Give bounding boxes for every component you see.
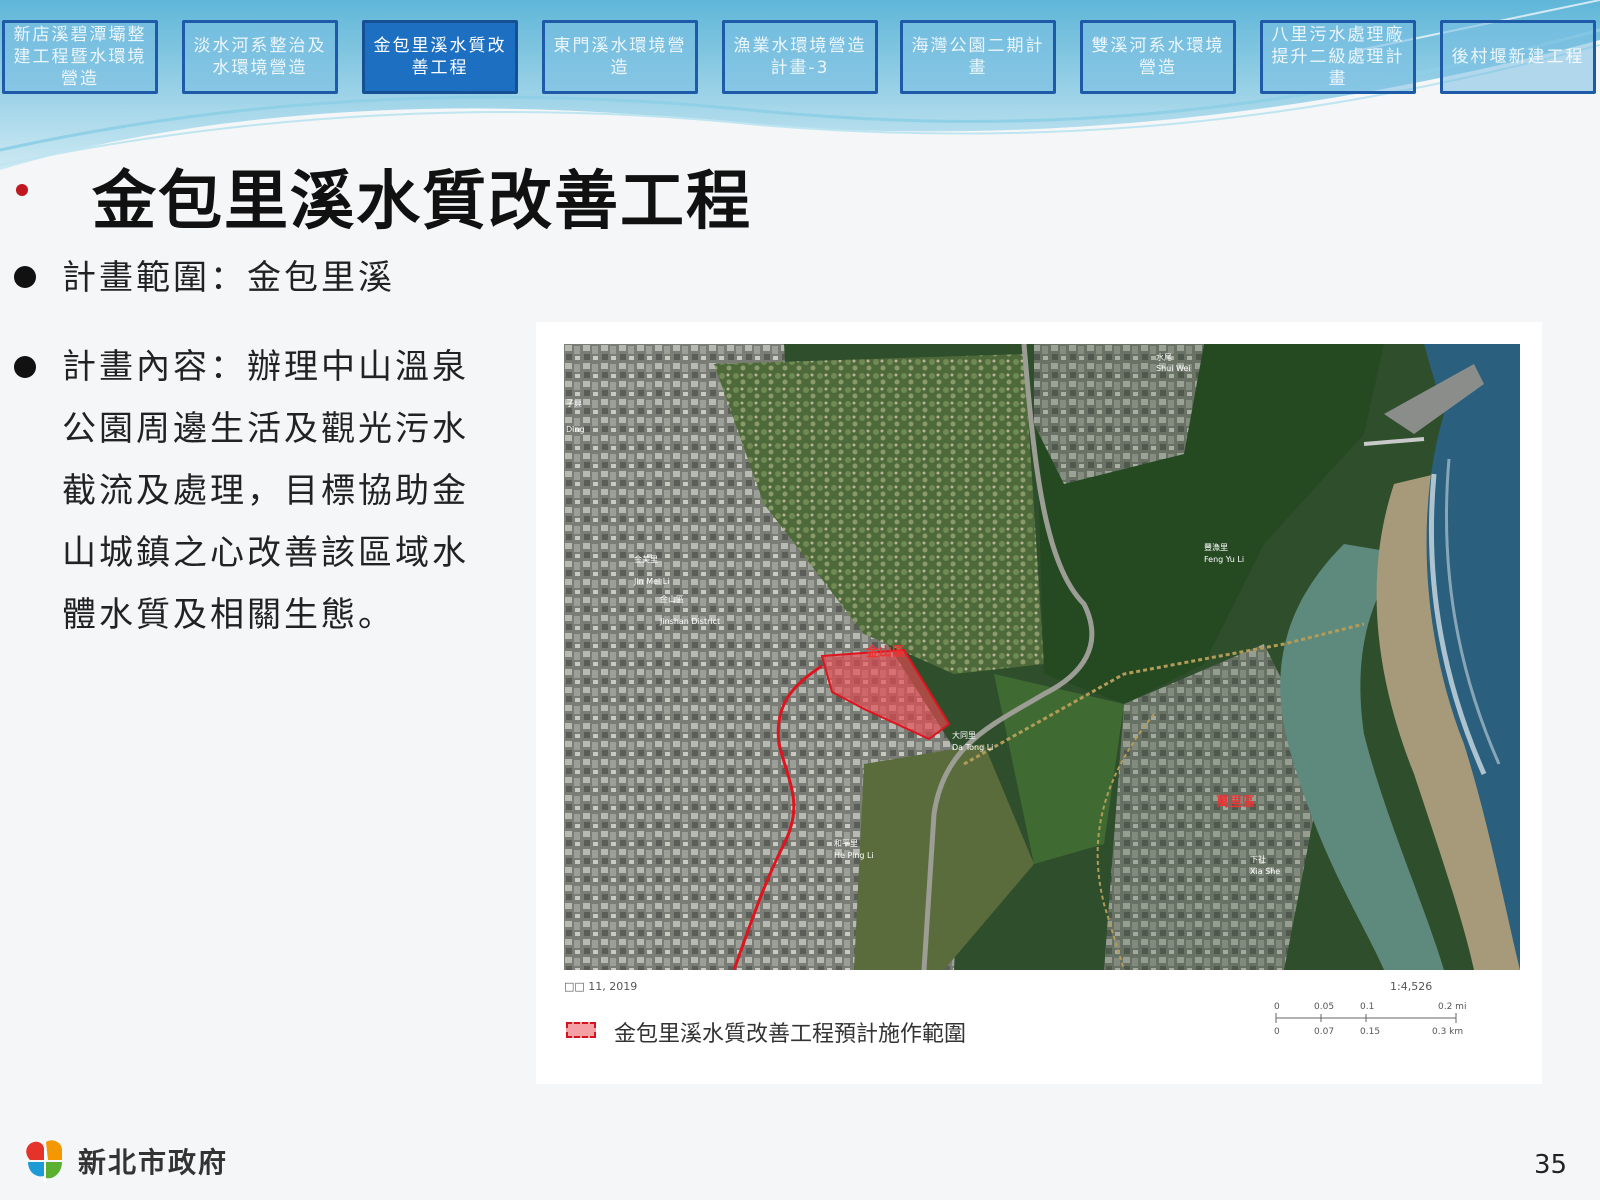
scale-mi-tick: 0.1 bbox=[1360, 1002, 1374, 1012]
title-bullet bbox=[16, 184, 28, 196]
tab-shuangxi-river[interactable]: 雙溪河系水環境營造 bbox=[1080, 20, 1236, 94]
tab-label: 金包里溪水質改善工程 bbox=[373, 36, 507, 78]
label-jinshan-cn: 金山區 bbox=[660, 594, 684, 604]
tab-jinbaoli-stream[interactable]: 金包里溪水質改善工程 bbox=[362, 20, 518, 94]
label-meili-en: Jin Mei Li bbox=[633, 577, 669, 586]
tab-label: 後村堰新建工程 bbox=[1451, 47, 1585, 67]
tab-label: 八里污水處理廠提升二級處理計畫 bbox=[1271, 25, 1405, 89]
page-number: 35 bbox=[1534, 1150, 1568, 1180]
label-xiashe: 下社 bbox=[1250, 854, 1266, 864]
label-heping: 和平里 bbox=[834, 839, 858, 848]
label-datong-en: Da Tong Li bbox=[952, 743, 993, 752]
scale-mi-tick: 0 bbox=[1274, 1002, 1280, 1012]
label-shuiwei: 水尾 bbox=[1156, 352, 1172, 362]
ntpc-logo: 新北市政府 bbox=[22, 1138, 228, 1184]
scale-km-tick: 0.07 bbox=[1314, 1027, 1334, 1037]
project-scope: 計畫範圍：金包里溪 bbox=[62, 258, 395, 298]
tab-fishery-water[interactable]: 漁業水環境營造計畫-3 bbox=[722, 20, 878, 94]
map-figure: 金山區 萬里區 水尾 Shui Wei 豐漁里 Feng Yu Li 金美里 J… bbox=[536, 322, 1542, 1084]
tab-label: 雙溪河系水環境營造 bbox=[1091, 36, 1225, 78]
label-datong: 大同里 bbox=[952, 730, 976, 740]
label-jinshan-district: 金山區 bbox=[865, 644, 905, 660]
tab-tamsui-river[interactable]: 淡水河系整治及水環境營造 bbox=[182, 20, 338, 94]
label-heping-en: He Ping Li bbox=[834, 851, 874, 860]
project-tab-bar: 新店溪碧潭壩整建工程暨水環境營造 淡水河系整治及水環境營造 金包里溪水質改善工程… bbox=[0, 18, 1600, 102]
tab-xindian-stream[interactable]: 新店溪碧潭壩整建工程暨水環境營造 bbox=[2, 20, 158, 94]
label-xiashe-en: Xia She bbox=[1250, 867, 1280, 876]
tab-label: 東門溪水環境營造 bbox=[553, 36, 687, 78]
label-zihsing-en: Ding bbox=[566, 425, 585, 434]
tab-label: 淡水河系整治及水環境營造 bbox=[193, 36, 327, 78]
label-shuiwei-en: Shui Wei bbox=[1156, 364, 1191, 373]
satellite-map: 金山區 萬里區 水尾 Shui Wei 豐漁里 Feng Yu Li 金美里 J… bbox=[564, 344, 1520, 970]
tab-dongmen-stream[interactable]: 東門溪水環境營造 bbox=[542, 20, 698, 94]
scale-bar: 0 0.05 0.1 0.2 mi 0 0.07 0.15 0.3 km bbox=[1274, 1002, 1466, 1037]
label-fengyu: 豐漁里 bbox=[1204, 542, 1228, 552]
scale-km-tick: 0.3 km bbox=[1432, 1027, 1463, 1037]
label-wanli-district: 萬里區 bbox=[1216, 794, 1255, 810]
legend-swatch bbox=[566, 1022, 596, 1038]
tab-label: 新店溪碧潭壩整建工程暨水環境營造 bbox=[13, 25, 147, 89]
tab-label: 海灣公園二期計畫 bbox=[911, 36, 1045, 78]
legend-label: 金包里溪水質改善工程預計施作範圍 bbox=[614, 1022, 967, 1047]
ntpc-logo-icon bbox=[26, 1140, 62, 1182]
map-date: □□ 11, 2019 bbox=[564, 980, 638, 993]
scale-mi-tick: 0.2 mi bbox=[1438, 1002, 1466, 1012]
scale-mi-tick: 0.05 bbox=[1314, 1002, 1334, 1012]
tab-bay-park[interactable]: 海灣公園二期計畫 bbox=[900, 20, 1056, 94]
bullet-icon bbox=[14, 266, 36, 288]
tab-bali-sewage[interactable]: 八里污水處理廠提升二級處理計畫 bbox=[1260, 20, 1416, 94]
label-meili: 金美里 bbox=[634, 554, 658, 564]
label-jinshan-en: Jinshan District bbox=[659, 617, 720, 626]
label-zihsing: 子興 bbox=[566, 398, 582, 408]
project-content: 計畫內容：辦理中山溫泉公園周邊生活及觀光污水截流及處理，目標協助金山城鎮之心改善… bbox=[62, 347, 469, 635]
org-name: 新北市政府 bbox=[78, 1146, 229, 1179]
bullet-icon bbox=[14, 356, 36, 378]
page-title: 金包里溪水質改善工程 bbox=[92, 165, 752, 239]
tab-label: 漁業水環境營造計畫-3 bbox=[733, 36, 867, 78]
scale-km-tick: 0 bbox=[1274, 1027, 1280, 1037]
scale-km-tick: 0.15 bbox=[1360, 1027, 1380, 1037]
scale-ratio: 1:4,526 bbox=[1390, 980, 1433, 993]
label-fengyu-en: Feng Yu Li bbox=[1204, 555, 1244, 564]
tab-houcun-weir[interactable]: 後村堰新建工程 bbox=[1440, 20, 1596, 94]
